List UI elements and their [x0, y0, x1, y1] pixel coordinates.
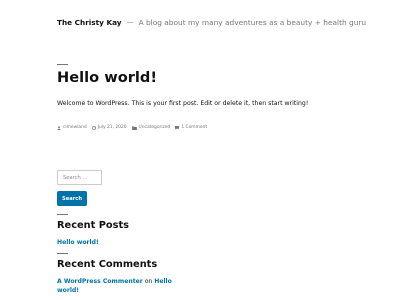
site-tagline: A blog about my many adventures as a bea… [138, 17, 367, 27]
recent-posts-rule [57, 214, 68, 215]
recent-comments-title: Recent Comments [57, 259, 158, 270]
post-author-label: clmewland [63, 125, 87, 130]
site-header: The Christy Kay — A blog about my many a… [57, 16, 366, 28]
post-meta: clmewland July 21, 2020 Uncategorized 1 … [57, 125, 212, 130]
folder-icon [131, 125, 137, 130]
post-date[interactable]: July 21, 2020 [91, 125, 127, 130]
post-category[interactable]: Uncategorized [131, 125, 171, 130]
comment-on-text: on [144, 278, 153, 285]
post-date-label: July 21, 2020 [97, 125, 127, 130]
post-comments[interactable]: 1 Comment [175, 125, 207, 130]
recent-post-link[interactable]: Hello world! [57, 239, 99, 246]
comment-author-link[interactable]: A WordPress Commenter [57, 278, 143, 285]
post-category-label: Uncategorized [138, 125, 171, 130]
list-item: A WordPress Commenter on Hello world! [57, 277, 187, 295]
list-item: Hello world! [57, 238, 99, 247]
person-icon [57, 125, 61, 130]
post-title-rule [57, 64, 68, 65]
site-title-link[interactable]: The Christy Kay [57, 18, 122, 27]
search-button[interactable]: Search [57, 191, 87, 206]
comment-icon [175, 125, 180, 130]
post-title-link[interactable]: Hello world! [57, 69, 157, 87]
search-input[interactable] [57, 170, 102, 185]
post-comments-label: 1 Comment [181, 125, 208, 130]
recent-comments-rule [57, 253, 68, 254]
recent-posts-title: Recent Posts [57, 220, 129, 231]
post-content: Welcome to WordPress. This is your first… [57, 100, 309, 107]
clock-icon [91, 125, 96, 130]
post-author[interactable]: clmewland [57, 125, 87, 130]
title-separator: — [126, 18, 134, 26]
